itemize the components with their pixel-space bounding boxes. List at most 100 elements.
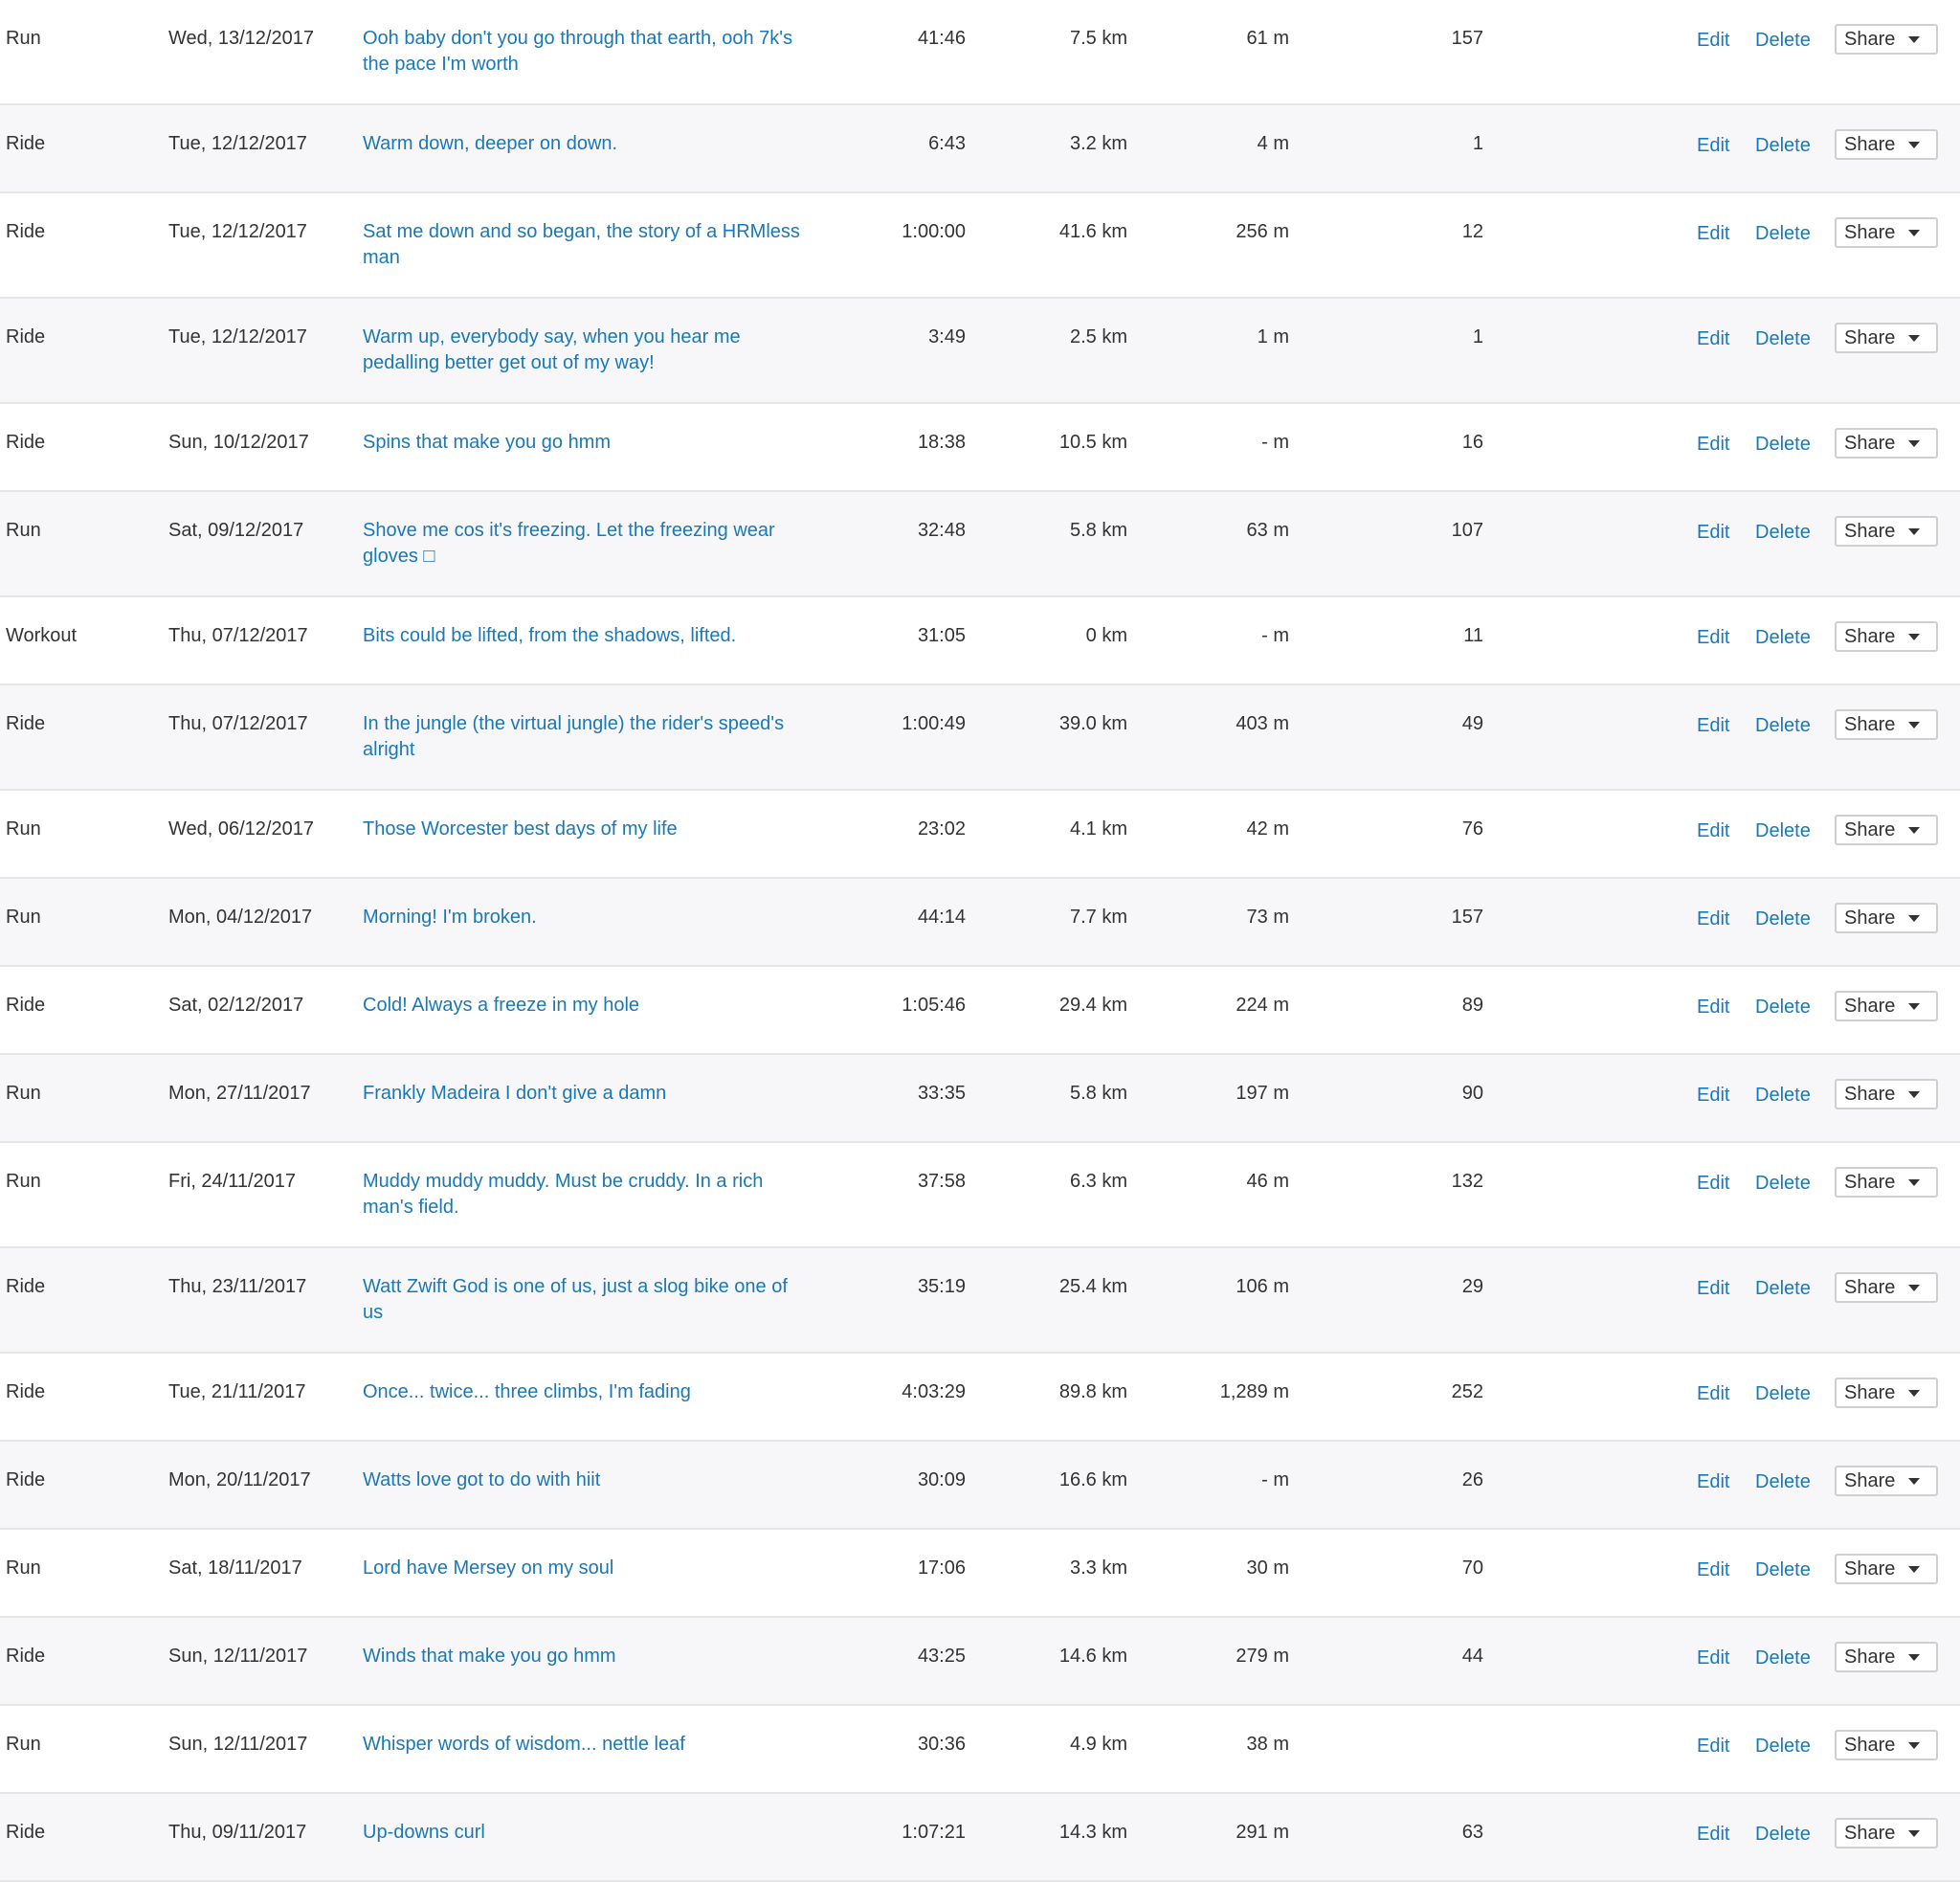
activity-elevation: - m xyxy=(1261,432,1289,453)
activity-type: Run xyxy=(6,1083,41,1104)
delete-link[interactable]: Delete xyxy=(1755,818,1811,844)
edit-link[interactable]: Edit xyxy=(1697,326,1729,352)
caret-down-icon xyxy=(1908,1002,1921,1010)
activity-title-link[interactable]: Muddy muddy muddy. Must be cruddy. In a … xyxy=(363,1169,813,1221)
activity-title-link[interactable]: Ooh baby don't you go through that earth… xyxy=(363,26,813,78)
activity-title-link[interactable]: Lord have Mersey on my soul xyxy=(363,1556,813,1581)
edit-link[interactable]: Edit xyxy=(1697,1083,1729,1109)
activity-title-link[interactable]: Winds that make you go hmm xyxy=(363,1644,813,1669)
edit-link[interactable]: Edit xyxy=(1697,221,1729,247)
activity-title-link[interactable]: Once... twice... three climbs, I'm fadin… xyxy=(363,1379,813,1405)
edit-link[interactable]: Edit xyxy=(1697,1469,1729,1495)
activity-type: Ride xyxy=(6,432,46,453)
delete-link[interactable]: Delete xyxy=(1755,1469,1811,1495)
activity-title-link[interactable]: Watt Zwift God is one of us, just a slog… xyxy=(363,1274,813,1326)
edit-link[interactable]: Edit xyxy=(1697,520,1729,546)
delete-link[interactable]: Delete xyxy=(1755,326,1811,352)
share-dropdown-button[interactable]: Share xyxy=(1835,1272,1938,1303)
delete-link[interactable]: Delete xyxy=(1755,28,1811,54)
edit-link[interactable]: Edit xyxy=(1697,133,1729,159)
activity-title-link[interactable]: Up-downs curl xyxy=(363,1820,813,1846)
activity-date: Sun, 12/11/2017 xyxy=(168,1646,308,1667)
activity-type: Run xyxy=(6,28,41,49)
delete-link[interactable]: Delete xyxy=(1755,1557,1811,1583)
activity-elevation: 1 m xyxy=(1257,326,1289,347)
activity-title-link[interactable]: Whisper words of wisdom... nettle leaf xyxy=(363,1732,813,1758)
activity-date: Mon, 04/12/2017 xyxy=(168,907,313,928)
share-label: Share xyxy=(1844,133,1896,155)
activity-title-link[interactable]: Watts love got to do with hiit xyxy=(363,1468,813,1493)
share-dropdown-button[interactable]: Share xyxy=(1835,991,1938,1021)
share-dropdown-button[interactable]: Share xyxy=(1835,1818,1938,1848)
delete-link[interactable]: Delete xyxy=(1755,995,1811,1020)
edit-link[interactable]: Edit xyxy=(1697,432,1729,458)
edit-link[interactable]: Edit xyxy=(1697,625,1729,651)
share-dropdown-button[interactable]: Share xyxy=(1835,1730,1938,1760)
activity-count: 70 xyxy=(1461,1557,1483,1579)
edit-link[interactable]: Edit xyxy=(1697,1557,1729,1583)
activity-title-link[interactable]: Cold! Always a freeze in my hole xyxy=(363,993,813,1019)
activity-distance: 5.8 km xyxy=(1069,520,1127,541)
caret-down-icon xyxy=(1908,439,1921,447)
edit-link[interactable]: Edit xyxy=(1697,995,1729,1020)
delete-link[interactable]: Delete xyxy=(1755,907,1811,932)
share-dropdown-button[interactable]: Share xyxy=(1835,323,1938,353)
share-dropdown-button[interactable]: Share xyxy=(1835,1167,1938,1198)
share-dropdown-button[interactable]: Share xyxy=(1835,815,1938,845)
share-dropdown-button[interactable]: Share xyxy=(1835,903,1938,933)
edit-link[interactable]: Edit xyxy=(1697,1381,1729,1407)
share-dropdown-button[interactable]: Share xyxy=(1835,1378,1938,1408)
activity-title-link[interactable]: In the jungle (the virtual jungle) the r… xyxy=(363,711,813,763)
delete-link[interactable]: Delete xyxy=(1755,625,1811,651)
table-row: Run Wed, 13/12/2017 Ooh baby don't you go … xyxy=(0,0,1960,105)
delete-link[interactable]: Delete xyxy=(1755,1083,1811,1109)
activity-title-link[interactable]: Warm up, everybody say, when you hear me… xyxy=(363,325,813,376)
share-dropdown-button[interactable]: Share xyxy=(1835,129,1938,160)
activity-type: Ride xyxy=(6,133,46,154)
edit-link[interactable]: Edit xyxy=(1697,1734,1729,1759)
share-dropdown-button[interactable]: Share xyxy=(1835,1554,1938,1584)
activity-title-link[interactable]: Frankly Madeira I don't give a damn xyxy=(363,1081,813,1107)
delete-link[interactable]: Delete xyxy=(1755,1734,1811,1759)
share-label: Share xyxy=(1844,28,1896,50)
share-dropdown-button[interactable]: Share xyxy=(1835,516,1938,547)
edit-link[interactable]: Edit xyxy=(1697,907,1729,932)
share-dropdown-button[interactable]: Share xyxy=(1835,1642,1938,1672)
delete-link[interactable]: Delete xyxy=(1755,713,1811,739)
activity-time: 4:03:29 xyxy=(902,1381,966,1402)
delete-link[interactable]: Delete xyxy=(1755,432,1811,458)
share-dropdown-button[interactable]: Share xyxy=(1835,217,1938,248)
edit-link[interactable]: Edit xyxy=(1697,1276,1729,1302)
activity-title-link[interactable]: Sat me down and so began, the story of a… xyxy=(363,219,813,271)
edit-link[interactable]: Edit xyxy=(1697,1646,1729,1671)
activity-title-link[interactable]: Warm down, deeper on down. xyxy=(363,131,813,157)
delete-link[interactable]: Delete xyxy=(1755,1646,1811,1671)
delete-link[interactable]: Delete xyxy=(1755,133,1811,159)
share-dropdown-button[interactable]: Share xyxy=(1835,709,1938,740)
edit-link[interactable]: Edit xyxy=(1697,28,1729,54)
activity-title-link[interactable]: Bits could be lifted, from the shadows, … xyxy=(363,623,813,649)
share-dropdown-button[interactable]: Share xyxy=(1835,1466,1938,1496)
activity-count: 132 xyxy=(1451,1171,1483,1192)
delete-link[interactable]: Delete xyxy=(1755,1822,1811,1848)
activity-type: Ride xyxy=(6,995,46,1016)
share-dropdown-button[interactable]: Share xyxy=(1835,1079,1938,1109)
activity-title-link[interactable]: Those Worcester best days of my life xyxy=(363,817,813,842)
activity-title-link[interactable]: Spins that make you go hmm xyxy=(363,430,813,456)
edit-link[interactable]: Edit xyxy=(1697,818,1729,844)
share-dropdown-button[interactable]: Share xyxy=(1835,24,1938,55)
caret-down-icon xyxy=(1908,141,1921,148)
activity-title-link[interactable]: Morning! I'm broken. xyxy=(363,905,813,930)
delete-link[interactable]: Delete xyxy=(1755,520,1811,546)
edit-link[interactable]: Edit xyxy=(1697,713,1729,739)
delete-link[interactable]: Delete xyxy=(1755,1276,1811,1302)
activity-title-link[interactable]: Shove me cos it's freezing. Let the free… xyxy=(363,518,813,570)
share-dropdown-button[interactable]: Share xyxy=(1835,428,1938,459)
edit-link[interactable]: Edit xyxy=(1697,1822,1729,1848)
edit-link[interactable]: Edit xyxy=(1697,1171,1729,1197)
delete-link[interactable]: Delete xyxy=(1755,1171,1811,1197)
delete-link[interactable]: Delete xyxy=(1755,221,1811,247)
delete-link[interactable]: Delete xyxy=(1755,1381,1811,1407)
activity-date: Thu, 07/12/2017 xyxy=(168,713,308,734)
share-dropdown-button[interactable]: Share xyxy=(1835,621,1938,652)
